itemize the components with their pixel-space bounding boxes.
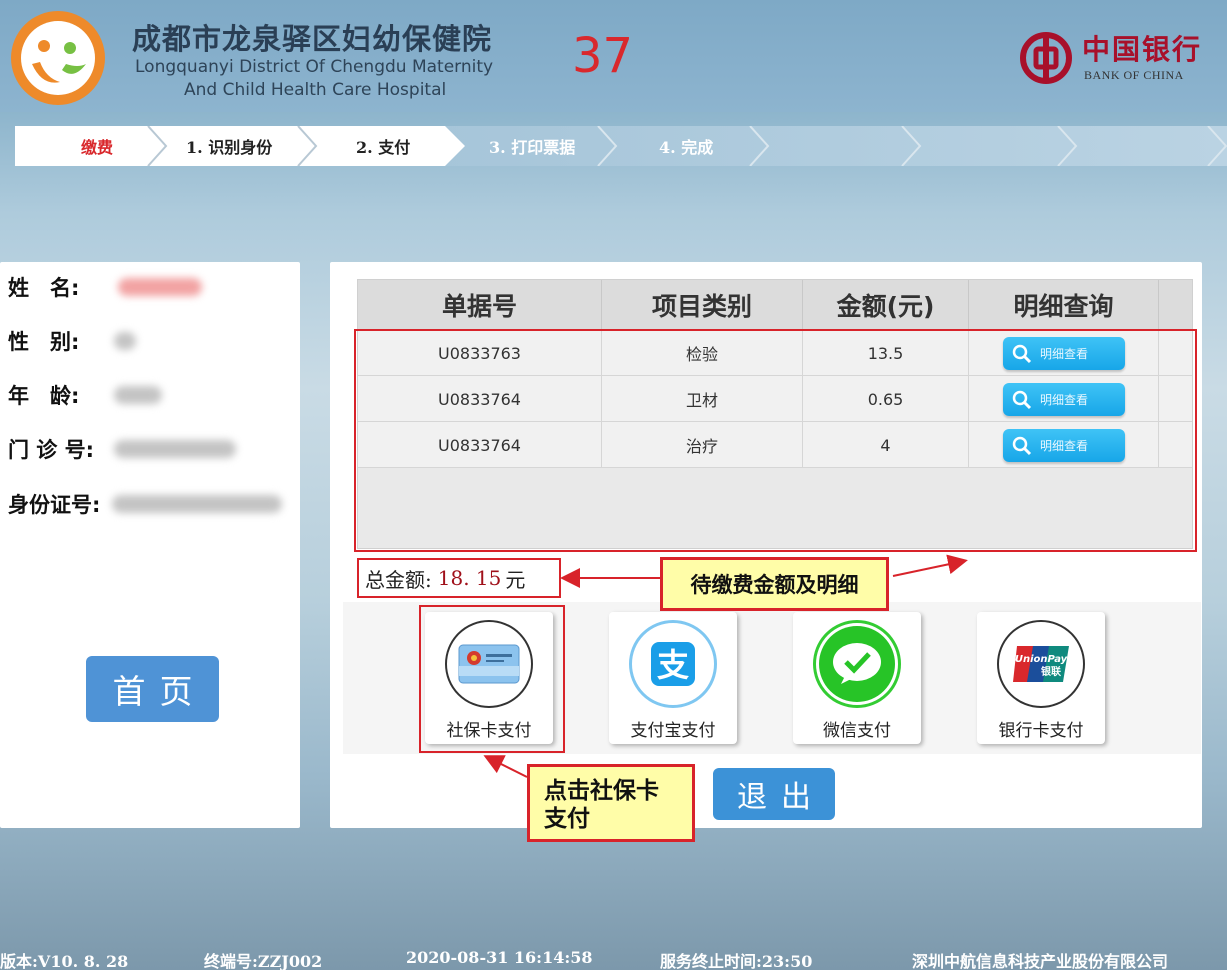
- bank-of-china-emblem-icon: [1020, 32, 1072, 84]
- unionpay-icon: UnionPay 银联: [1013, 646, 1069, 682]
- annotation-callout-click-line1: 点击社保卡: [544, 777, 659, 804]
- bank-of-china-logo: 中国银行 BANK OF CHINA: [1020, 28, 1210, 88]
- alipay-icon: 支: [651, 642, 695, 686]
- bank-card-pay-button[interactable]: UnionPay 银联 银行卡支付: [977, 612, 1105, 744]
- outpatient-no-value-redacted: [114, 440, 236, 458]
- total-value: 18. 15: [437, 566, 502, 590]
- step-complete: 4. 完成: [659, 138, 714, 157]
- svg-text:支: 支: [657, 646, 689, 684]
- step-payment: 2. 支付: [356, 138, 411, 157]
- step-chevron-icon: [749, 126, 770, 166]
- annotation-callout-click: 点击社保卡 支付: [527, 764, 695, 842]
- wechat-pay-icon: [819, 626, 895, 702]
- column-header-amount: 金额(元): [803, 280, 969, 330]
- step-identify: 1. 识别身份: [186, 138, 273, 157]
- gender-value-redacted: [114, 332, 136, 350]
- total-amount: 总金额: 18. 15 元: [357, 558, 561, 598]
- footer-service-end: 服务终止时间:23:50: [660, 952, 813, 970]
- age-value-redacted: [114, 386, 162, 404]
- annotation-callout-click-line2: 支付: [544, 805, 590, 832]
- svg-text:银联: 银联: [1041, 665, 1061, 678]
- age-label: 年 龄:: [8, 384, 80, 408]
- annotation-highlight-table: [354, 329, 1197, 552]
- alipay-pay-label: 支付宝支付: [630, 721, 716, 741]
- bank-name-en: BANK OF CHINA: [1084, 68, 1184, 82]
- column-header-detail: 明细查询: [969, 280, 1159, 330]
- hospital-name-en-line2: And Child Health Care Hospital: [184, 80, 447, 100]
- footer-datetime: 2020-08-31 16:14:58: [406, 948, 593, 967]
- id-no-value-redacted: [112, 495, 282, 513]
- footer-terminal: 终端号:ZZJ002: [204, 952, 323, 970]
- annotation-highlight-social-security: [419, 605, 565, 753]
- name-label: 姓 名:: [8, 276, 80, 300]
- hospital-name-cn: 成都市龙泉驿区妇幼保健院: [132, 22, 493, 56]
- id-no-label: 身份证号:: [8, 493, 101, 517]
- table-header: 单据号 项目类别 金额(元) 明细查询: [358, 280, 1192, 330]
- progress-steps: 缴费 1. 识别身份 2. 支付 3. 打印票据 4. 完成: [0, 126, 1227, 166]
- name-value-redacted: [118, 278, 202, 296]
- column-header-bill-no: 单据号: [358, 280, 602, 330]
- alipay-pay-button[interactable]: 支 支付宝支付: [609, 612, 737, 744]
- step-chevron-icon: [901, 126, 922, 166]
- hospital-name-en-line1: Longquanyi District Of Chengdu Maternity: [135, 57, 494, 77]
- step-chevron-icon: [1057, 126, 1078, 166]
- countdown-counter: 37: [572, 28, 634, 84]
- app-header: 成都市龙泉驿区妇幼保健院 Longquanyi District Of Chen…: [0, 0, 1227, 112]
- exit-button[interactable]: 退出: [713, 768, 835, 820]
- step-pay: 缴费: [81, 138, 114, 157]
- column-header-category: 项目类别: [602, 280, 803, 330]
- step-chevron-icon: [597, 126, 618, 166]
- bank-card-pay-label: 银行卡支付: [998, 721, 1084, 741]
- wechat-pay-label: 微信支付: [823, 721, 891, 741]
- home-button[interactable]: 首页: [86, 656, 219, 722]
- footer-version: 版本:V10. 8. 28: [0, 952, 129, 970]
- status-footer: 版本:V10. 8. 28 终端号:ZZJ002 2020-08-31 16:1…: [0, 946, 1227, 970]
- bank-name-cn: 中国银行: [1082, 33, 1203, 66]
- step-print-receipt: 3. 打印票据: [489, 138, 576, 157]
- step-chevron-icon: [147, 126, 168, 166]
- svg-text:UnionPay: UnionPay: [1015, 654, 1068, 665]
- gender-label: 性 别:: [8, 330, 80, 354]
- wechat-pay-button[interactable]: 微信支付: [793, 612, 921, 744]
- footer-company: 深圳中航信息科技产业股份有限公司: [912, 952, 1169, 970]
- outpatient-no-label: 门 诊 号:: [8, 438, 95, 462]
- total-unit: 元: [505, 567, 526, 592]
- step-chevron-icon: [1207, 126, 1227, 166]
- step-chevron-icon: [297, 126, 318, 166]
- annotation-callout-amount: 待缴费金额及明细: [660, 557, 889, 611]
- patient-info-panel: 姓 名: 性 别: 年 龄: 门 诊 号: 身份证号: 首页: [0, 262, 300, 828]
- total-label: 总金额:: [365, 567, 432, 592]
- hospital-logo-icon: [11, 11, 105, 105]
